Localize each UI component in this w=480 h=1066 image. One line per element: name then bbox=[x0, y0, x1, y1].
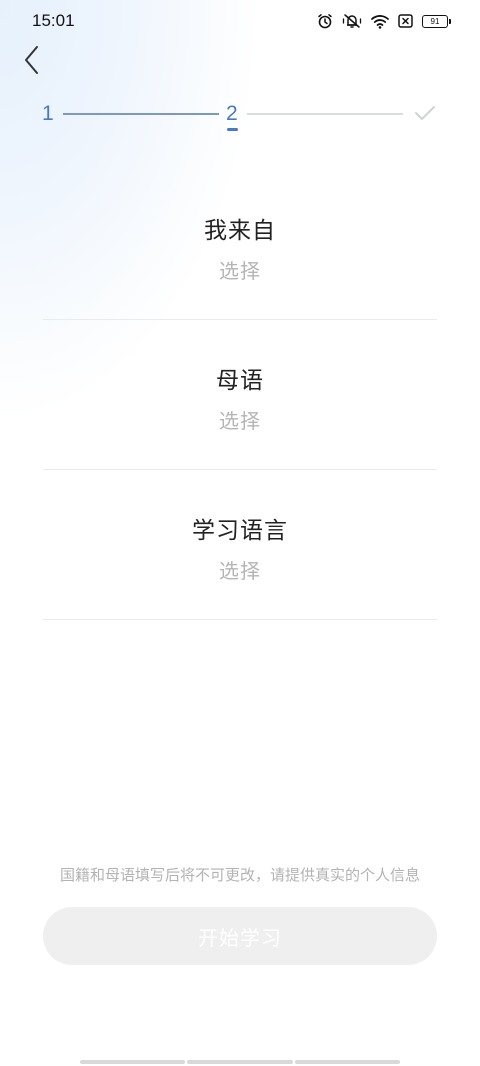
back-button[interactable] bbox=[14, 44, 50, 80]
country-selector[interactable]: 我来自 选择 bbox=[43, 170, 437, 320]
start-learning-button[interactable]: 开始学习 bbox=[43, 907, 437, 965]
step-connector-1 bbox=[63, 113, 219, 115]
current-step-indicator bbox=[227, 128, 238, 131]
learning-language-value[interactable]: 选择 bbox=[43, 555, 437, 584]
country-value[interactable]: 选择 bbox=[43, 255, 437, 284]
status-icons: 91 bbox=[317, 13, 451, 29]
step-2-label: 2 bbox=[226, 102, 238, 125]
progress-stepper: 1 2 bbox=[0, 98, 480, 138]
chevron-left-icon bbox=[22, 45, 42, 79]
step-connector-2 bbox=[247, 113, 403, 115]
native-language-value[interactable]: 选择 bbox=[43, 405, 437, 434]
alarm-icon bbox=[317, 13, 333, 29]
native-language-label: 母语 bbox=[216, 368, 264, 394]
native-language-selector[interactable]: 母语 选择 bbox=[43, 320, 437, 470]
info-notice: 国籍和母语填写后将不可更改，请提供真实的个人信息 bbox=[59, 866, 420, 884]
mute-vibrate-icon bbox=[342, 13, 362, 29]
home-indicator bbox=[80, 1060, 400, 1064]
step-1-label: 1 bbox=[42, 102, 54, 125]
learning-language-selector[interactable]: 学习语言 选择 bbox=[43, 470, 437, 620]
status-bar: 15:01 91 bbox=[0, 0, 480, 42]
country-label: 我来自 bbox=[204, 218, 276, 244]
battery-icon: 91 bbox=[422, 14, 451, 28]
status-time: 15:01 bbox=[32, 11, 75, 30]
learning-language-label: 学习语言 bbox=[192, 518, 288, 544]
sim-off-icon bbox=[398, 14, 413, 28]
wifi-icon bbox=[371, 14, 389, 29]
checkmark-icon bbox=[414, 104, 436, 126]
